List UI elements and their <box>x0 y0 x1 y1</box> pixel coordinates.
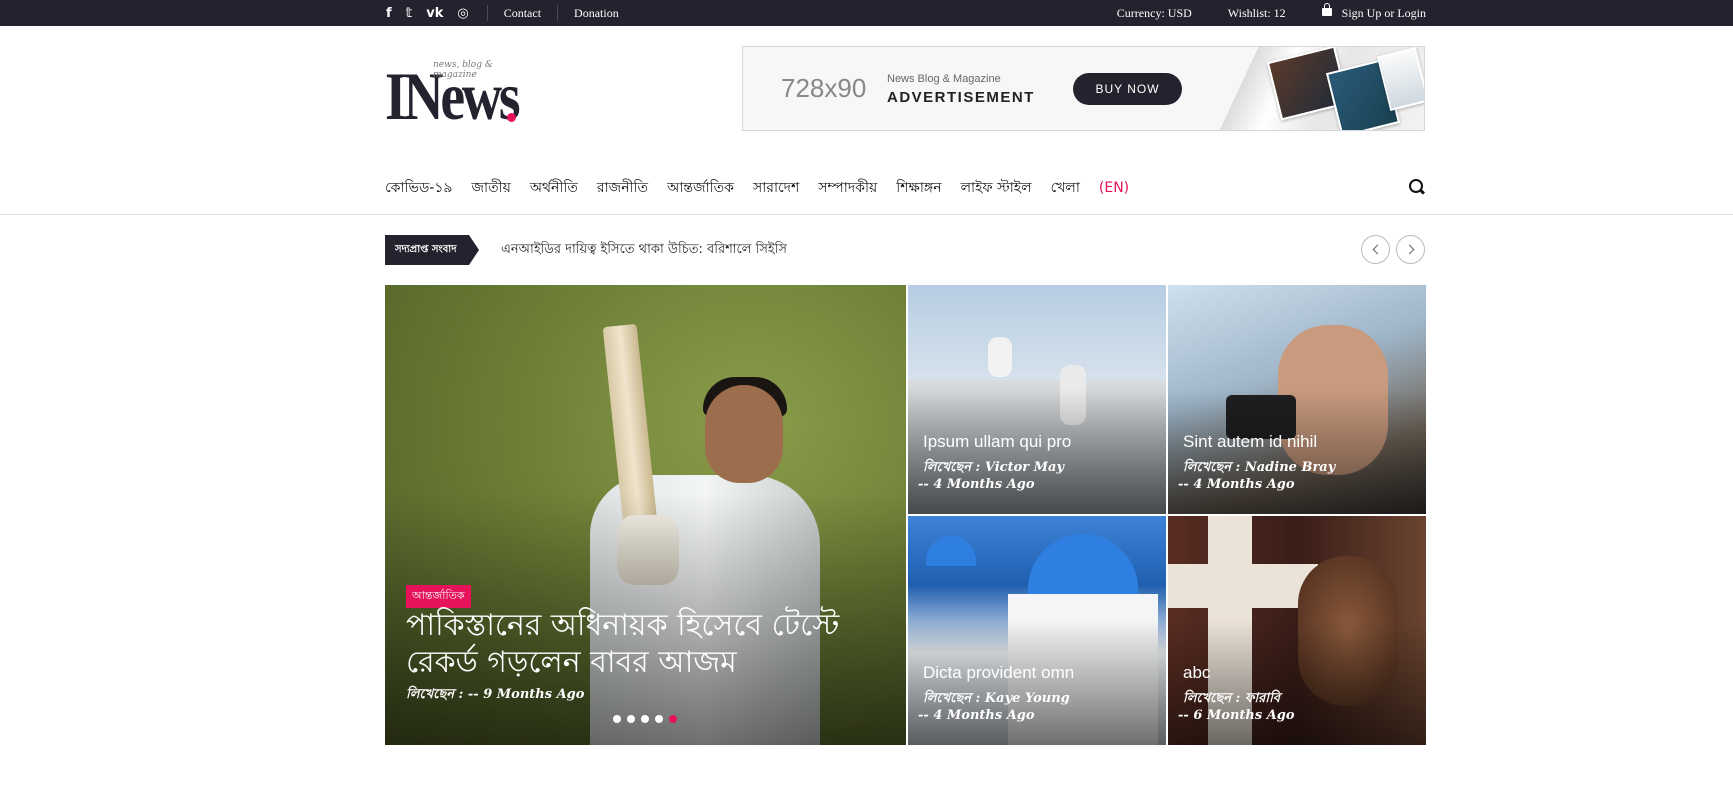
contact-link[interactable]: Contact <box>486 5 557 21</box>
account-label: Sign Up or Login <box>1341 5 1426 20</box>
nav-item-country[interactable]: সারাদেশ <box>753 176 799 200</box>
currency-selector[interactable]: Currency: USD <box>1117 6 1192 21</box>
nav-item-english[interactable]: (EN) <box>1099 180 1129 196</box>
hero-slide[interactable]: আন্তর্জাতিক পাকিস্তানের অধিনায়ক হিসেবে … <box>385 285 906 745</box>
card-time: -- 4 Months Ago <box>1178 477 1295 492</box>
nav-item-international[interactable]: আন্তর্জাতিক <box>667 176 734 200</box>
buy-now-button[interactable]: BUY NOW <box>1073 73 1182 105</box>
main-nav: কোভিড-১৯ জাতীয় অর্থনীতি রাজনীতি আন্তর্জ… <box>385 176 1425 200</box>
news-card[interactable]: Dicta provident omn লিখেছেন : Kaye Young… <box>908 516 1166 745</box>
search-icon[interactable] <box>1409 179 1425 195</box>
top-bar: f 𝕥 vk ◎ Contact Donation Currency: USD … <box>0 0 1733 26</box>
hero-category-badge[interactable]: আন্তর্জাতিক <box>406 585 471 608</box>
news-card[interactable]: Ipsum ullam qui pro লিখেছেন : Victor May… <box>908 285 1166 514</box>
account-link[interactable]: Sign Up or Login <box>1321 2 1426 21</box>
slider-dot[interactable] <box>655 715 663 723</box>
ticker-next-button[interactable] <box>1396 235 1425 264</box>
lock-icon <box>1321 2 1332 16</box>
card-time: -- 6 Months Ago <box>1178 708 1295 723</box>
slider-dots <box>613 715 677 723</box>
social-links: f 𝕥 vk ◎ <box>386 6 469 21</box>
ad-banner[interactable]: 728x90 News Blog & Magazine ADVERTISEMEN… <box>742 46 1425 131</box>
ad-mockup-image <box>1213 47 1424 130</box>
card-title[interactable]: abc <box>1183 663 1210 683</box>
card-time: -- 4 Months Ago <box>918 708 1035 723</box>
slider-dot[interactable] <box>641 715 649 723</box>
nav-item-lifestyle[interactable]: লাইফ স্টাইল <box>961 176 1032 200</box>
nav-item-economy[interactable]: অর্থনীতি <box>530 176 578 200</box>
card-title[interactable]: Dicta provident omn <box>923 663 1074 683</box>
nav-item-editorial[interactable]: সম্পাদকীয় <box>818 176 877 200</box>
card-author: লিখেছেন : Nadine Bray <box>1183 460 1336 475</box>
news-card[interactable]: abc লিখেছেন : ফারাবি -- 6 Months Ago <box>1168 516 1426 745</box>
breaking-news-label: সদ্যপ্রাপ্ত সংবাদ <box>385 235 479 265</box>
instagram-icon[interactable]: ◎ <box>457 6 468 21</box>
ad-size: 728x90 <box>781 73 867 103</box>
wishlist-link[interactable]: Wishlist: 12 <box>1228 6 1286 21</box>
hero-title[interactable]: পাকিস্তানের অধিনায়ক হিসেবে টেস্টে রেকর্… <box>406 607 886 681</box>
ad-subtitle: News Blog & Magazine <box>887 73 1001 85</box>
card-title[interactable]: Sint autem id nihil <box>1183 432 1317 452</box>
hero-meta: লিখেছেন : -- 9 Months Ago <box>406 687 585 702</box>
twitter-icon[interactable]: 𝕥 <box>406 6 413 21</box>
logo-tagline: news, blog & magazine <box>433 60 493 80</box>
nav-item-campus[interactable]: শিক্ষাঙ্গন <box>896 176 941 200</box>
facebook-icon[interactable]: f <box>386 6 392 21</box>
nav-item-sports[interactable]: খেলা <box>1051 176 1080 200</box>
card-title[interactable]: Ipsum ullam qui pro <box>923 432 1071 452</box>
ticker-prev-button[interactable] <box>1361 235 1390 264</box>
nav-item-national[interactable]: জাতীয় <box>472 176 511 200</box>
slider-dot[interactable] <box>613 715 621 723</box>
nav-divider <box>0 214 1733 215</box>
ad-title: ADVERTISEMENT <box>887 89 1035 106</box>
breaking-news-headline[interactable]: এনআইডির দায়িত্ব ইসিতে থাকা উচিত: বরিশাল… <box>501 240 787 261</box>
vk-icon[interactable]: vk <box>426 6 443 21</box>
slider-dot[interactable] <box>627 715 635 723</box>
nav-item-covid[interactable]: কোভিড-১৯ <box>385 176 453 200</box>
card-author: লিখেছেন : ফারাবি <box>1183 691 1281 706</box>
nav-item-politics[interactable]: রাজনীতি <box>597 176 648 200</box>
card-author: লিখেছেন : Victor May <box>923 460 1065 475</box>
news-card[interactable]: Sint autem id nihil লিখেছেন : Nadine Bra… <box>1168 285 1426 514</box>
card-time: -- 4 Months Ago <box>918 477 1035 492</box>
site-logo[interactable]: INews news, blog & magazine <box>385 58 525 130</box>
donation-link[interactable]: Donation <box>557 5 635 21</box>
logo-dot <box>507 113 516 122</box>
card-author: লিখেছেন : Kaye Young <box>923 691 1070 706</box>
slider-dot-active[interactable] <box>669 715 677 723</box>
